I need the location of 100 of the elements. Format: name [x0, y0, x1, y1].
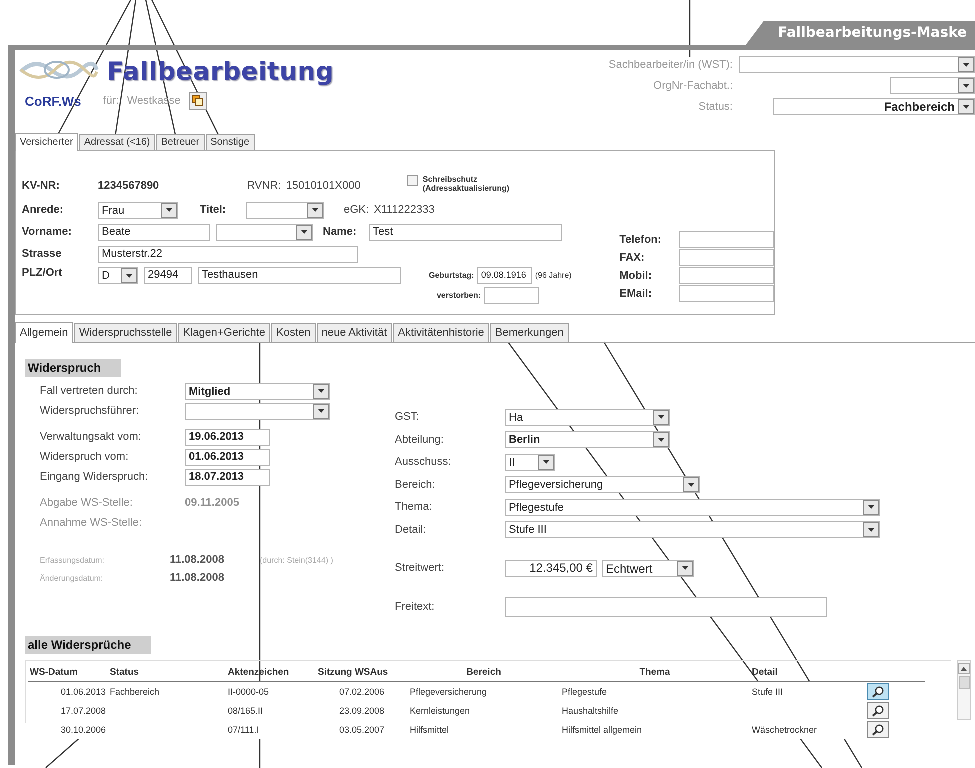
dropdown[interactable]: Pflegestufe	[505, 498, 880, 516]
caret-icon	[121, 268, 137, 283]
field-label: Vorname:	[22, 226, 73, 238]
section-header: Widerspruch	[25, 359, 122, 377]
input-field[interactable]	[679, 285, 774, 302]
scrollbar[interactable]	[957, 660, 971, 720]
field-label: Abgabe WS-Stelle:	[40, 497, 134, 509]
field-label: OrgNr-Fachabt.:	[654, 80, 733, 92]
input-field[interactable]: 09.08.1916	[477, 267, 532, 284]
caret-icon	[683, 477, 699, 492]
page-banner: Fallbearbeitungs-Maske	[746, 21, 975, 45]
field-label: Erfassungsdatum:	[40, 556, 106, 564]
caret-icon	[653, 410, 669, 425]
tab[interactable]: neue Aktivität	[316, 323, 392, 342]
tab[interactable]: Kosten	[271, 323, 316, 342]
field-label: Anrede:	[22, 204, 65, 216]
dropdown[interactable]	[890, 77, 975, 94]
checkbox[interactable]	[406, 175, 418, 186]
input-field[interactable]: 29494	[144, 267, 192, 284]
input-field[interactable]: Musterstr.22	[98, 246, 358, 262]
field-label: Freitext:	[395, 600, 436, 613]
caret-icon	[863, 500, 879, 515]
field-label: Telefon:	[620, 234, 662, 246]
checkbox-note: (Adressaktualisierung)	[422, 184, 510, 193]
search-button[interactable]	[867, 702, 889, 719]
caret-icon	[307, 202, 323, 218]
scroll-up-icon[interactable]	[961, 666, 967, 670]
magnifier-icon	[871, 686, 885, 698]
age-text: (96 Jahre)	[535, 271, 572, 280]
field-value: 1234567890	[98, 180, 160, 192]
dropdown[interactable]: Mitglied	[185, 382, 330, 400]
field-label: FAX:	[620, 252, 645, 264]
magnifier-icon	[871, 724, 885, 736]
table-cell: Stufe III	[750, 682, 865, 701]
caret-icon	[958, 78, 974, 93]
dropdown[interactable]: Stufe III	[505, 521, 880, 538]
dropdown[interactable]: Berlin	[505, 431, 670, 448]
field-label: Verwaltungsakt vom:	[40, 431, 142, 443]
dropdown[interactable]: Echtwert	[602, 560, 694, 577]
input-field[interactable]: 01.06.2013	[185, 448, 270, 466]
caret-icon	[958, 99, 974, 114]
tab[interactable]: Widerspruchsstelle	[74, 323, 178, 342]
dropdown[interactable]: Pflegeversicherung	[505, 476, 700, 494]
input-field[interactable]	[679, 231, 774, 248]
tab[interactable]: Betreuer	[156, 134, 205, 150]
input-field[interactable]	[679, 267, 774, 284]
field-label: Geburtstag:	[429, 271, 474, 280]
field-label: Widerspruchsführer:	[40, 405, 140, 417]
field-label: Thema:	[395, 501, 434, 514]
caret-icon	[296, 224, 312, 240]
leader-line	[689, 0, 691, 57]
dropdown[interactable]	[185, 402, 330, 420]
field-label: Abteilung:	[395, 434, 445, 446]
input-field[interactable]	[505, 596, 827, 617]
input-field[interactable]: Testhausen	[198, 267, 401, 284]
field-label: GST:	[395, 411, 420, 424]
field-label: RVNR:	[247, 180, 282, 192]
caret-icon	[958, 57, 974, 72]
field-label: Mobil:	[620, 270, 652, 282]
section-header: alle Widersprüche	[25, 636, 152, 654]
dropdown[interactable]: II	[505, 454, 555, 471]
dropdown[interactable]: Ha	[505, 408, 670, 426]
dropdown[interactable]: Frau	[98, 202, 178, 218]
caret-icon	[313, 384, 329, 398]
field-label: Ausschuss:	[395, 456, 452, 468]
field-label: KV-NR:	[22, 180, 61, 192]
tab[interactable]: Adressat (<16)	[79, 134, 156, 150]
field-label: Widerspruch vom:	[40, 451, 130, 463]
leader-line	[46, 738, 80, 768]
input-field[interactable]: 12.345,00 €	[505, 560, 597, 577]
field-label: Name:	[323, 226, 358, 238]
dropdown[interactable]: Fachbereich	[773, 98, 975, 115]
caret-icon	[313, 404, 329, 418]
input-field[interactable]: 18.07.2013	[185, 468, 270, 486]
input-field[interactable]	[484, 287, 539, 304]
search-button[interactable]	[867, 683, 889, 700]
field-label: Änderungsdatum:	[40, 574, 104, 582]
dropdown[interactable]	[216, 224, 313, 240]
field-value: 15010101X000	[286, 180, 361, 192]
tab[interactable]: Bemerkungen	[490, 323, 569, 342]
dropdown[interactable]	[739, 56, 975, 73]
tab[interactable]: Sonstige	[206, 134, 255, 150]
dropdown[interactable]: D	[98, 267, 138, 284]
input-field[interactable]: 19.06.2013	[185, 428, 270, 446]
search-button[interactable]	[867, 721, 889, 738]
input-field[interactable]: Test	[369, 224, 562, 240]
tab[interactable]: Versicherter	[15, 133, 78, 151]
tab[interactable]: Allgemein	[15, 322, 74, 343]
caret-icon	[863, 522, 879, 538]
field-value: 11.08.2008	[170, 554, 226, 566]
tab[interactable]: Aktivitätenhistorie	[393, 323, 490, 342]
icon-button[interactable]	[188, 92, 207, 110]
caret-icon	[161, 202, 177, 218]
input-field[interactable]: Beate	[98, 224, 210, 240]
input-field[interactable]	[679, 249, 774, 266]
tab[interactable]: Klagen+Gerichte	[178, 323, 270, 342]
dropdown[interactable]	[246, 202, 324, 218]
table-cell: II-0000-05	[226, 682, 316, 701]
magnifier-icon	[871, 704, 885, 716]
field-value: 11.08.2008	[170, 572, 226, 584]
